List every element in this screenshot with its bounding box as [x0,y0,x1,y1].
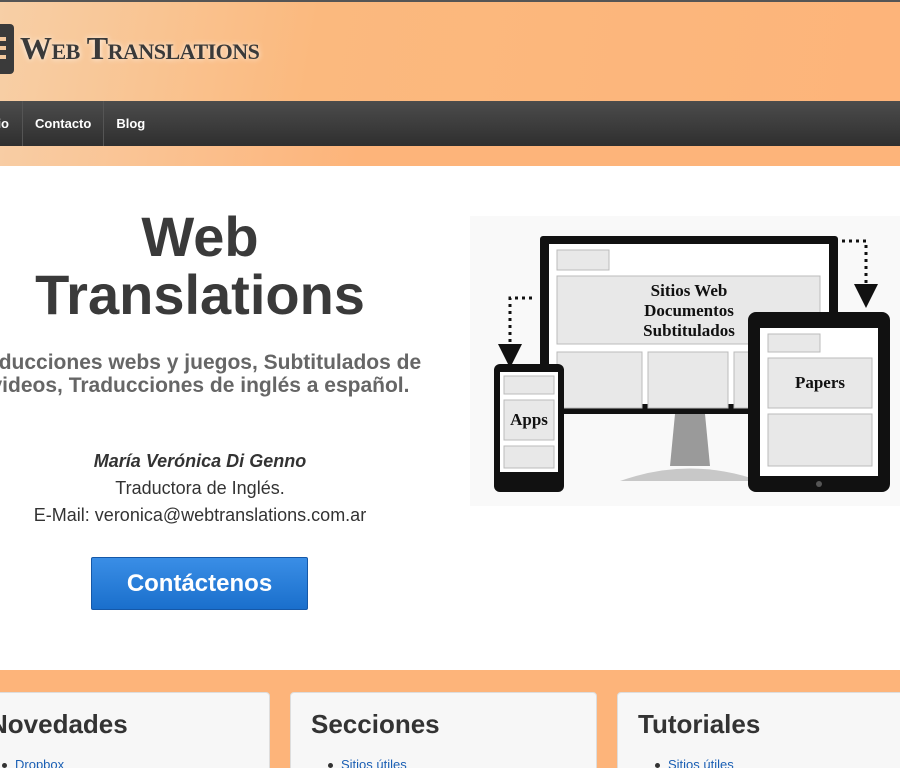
main-nav: io Contacto Blog [0,101,900,146]
nav-item-blog[interactable]: Blog [104,101,157,146]
phone-label: Apps [510,410,548,429]
site-logo[interactable]: Web Translations [20,30,260,67]
nav-item-inicio[interactable]: io [0,101,23,146]
hero-title: Web Translations [35,205,365,326]
panel-link[interactable]: Dropbox [1,757,64,768]
panel-novedades: Novedades Dropbox [0,692,270,768]
panel-list: Dropbox [1,757,64,768]
panel-link[interactable]: Sitios útiles [655,757,734,768]
panel-list: Sitios útiles [655,757,734,768]
hero-section: Web Translations raducciones webs y jueg… [0,166,900,670]
tablet-label: Papers [795,373,845,392]
hero-subtitle: raducciones webs y juegos, Subtitulados … [0,351,422,397]
site-header: Web Translations [0,0,900,101]
panel-title: Secciones [311,709,440,739]
contact-button[interactable]: Contáctenos [91,557,308,610]
panel-list: Sitios útiles [328,757,407,768]
monitor-label-2: Documentos [644,301,734,320]
header-stripe [0,146,900,166]
panel-tutoriales: Tutoriales Sitios útiles [617,692,900,768]
translator-name: María Verónica Di Genno [93,451,307,471]
contact-email: E-Mail: veronica@webtranslations.com.ar [33,505,367,525]
translator-role: Traductora de Inglés. [115,478,285,498]
devices-illustration: Sitios Web Documentos Subtitulados Apps … [470,216,900,506]
panel-link[interactable]: Sitios útiles [328,757,407,768]
monitor-label-3: Subtitulados [643,321,735,340]
monitor-label-1: Sitios Web [651,281,728,300]
panel-secciones: Secciones Sitios útiles [290,692,597,768]
panel-title: Novedades [0,709,128,739]
panel-title: Tutoriales [638,709,761,739]
nav-item-contacto[interactable]: Contacto [23,101,105,146]
logo-menu-icon[interactable] [0,24,14,74]
